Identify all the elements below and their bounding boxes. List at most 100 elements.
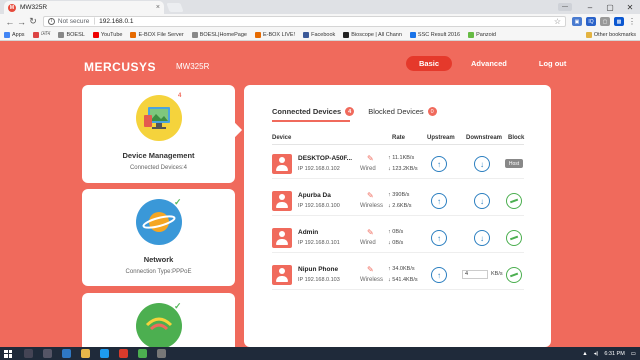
tab-blocked-devices[interactable]: Blocked Devices 0 bbox=[368, 107, 437, 116]
clock[interactable]: 6:31 PM bbox=[604, 351, 624, 357]
windows-start-icon[interactable] bbox=[4, 349, 12, 358]
bookmark-label: Panzoid bbox=[476, 31, 496, 38]
url-text[interactable]: 192.168.0.1 bbox=[99, 18, 554, 25]
bookmark-item[interactable]: E-BOX File Server bbox=[130, 31, 184, 38]
store-icon[interactable] bbox=[100, 349, 109, 358]
block-toggle-icon[interactable] bbox=[506, 267, 522, 283]
bookmark-item[interactable]: BOESL bbox=[58, 31, 85, 38]
bookmark-item[interactable]: SSC Result 2016 bbox=[409, 31, 461, 38]
extension-icon[interactable]: ▩ bbox=[614, 17, 625, 26]
bookmark-label: মোম bbox=[40, 30, 51, 37]
count-badge: 0 bbox=[427, 107, 437, 116]
bookmark-label: YouTube bbox=[100, 31, 123, 38]
download-rate: ↓ 0B/s bbox=[388, 240, 404, 246]
downstream-limit-input[interactable]: 4 bbox=[462, 270, 488, 279]
nav-advanced[interactable]: Advanced bbox=[458, 56, 520, 71]
forward-icon[interactable]: → bbox=[16, 17, 28, 27]
connection-type: Wireless bbox=[360, 203, 384, 209]
bookmark-item[interactable]: E-BOX LIVE! bbox=[254, 31, 296, 38]
close-window-icon[interactable]: ✕ bbox=[620, 3, 640, 12]
close-tab-icon[interactable]: × bbox=[156, 4, 160, 11]
file-explorer-icon[interactable] bbox=[81, 349, 90, 358]
menu-icon[interactable]: ⋮ bbox=[628, 17, 636, 26]
bookmark-favicon-icon bbox=[92, 31, 99, 38]
iq-extension-icon[interactable]: IQ bbox=[586, 17, 597, 26]
bookmark-favicon-icon bbox=[409, 31, 416, 38]
device-management-card[interactable]: 4 Device Management Connected Devices:4 bbox=[82, 85, 243, 183]
downstream-limit-button[interactable]: ↓ bbox=[474, 230, 490, 246]
reload-icon[interactable]: ↻ bbox=[27, 16, 39, 27]
bookmark-favicon-icon bbox=[130, 31, 137, 38]
upload-rate: ↑ 11.1KB/s bbox=[388, 155, 415, 161]
edit-icon[interactable]: ✎ bbox=[367, 154, 374, 163]
bookmark-item[interactable]: Apps bbox=[4, 31, 25, 38]
chrome-icon[interactable] bbox=[138, 349, 147, 358]
device-row: Nipun Phone IP 192.168.0.103 ✎ Wireless ↑ 34… bbox=[272, 260, 524, 290]
bookmark-item[interactable]: BOESL|HomePage bbox=[191, 31, 247, 38]
new-tab-button[interactable] bbox=[166, 3, 184, 12]
other-bookmarks[interactable]: Other bookmarks bbox=[585, 31, 636, 38]
bookmark-item[interactable]: Panzoid bbox=[468, 31, 496, 38]
device-ip: IP 192.168.0.103 bbox=[298, 277, 340, 283]
bookmark-star-icon[interactable]: ☆ bbox=[554, 17, 561, 26]
edit-icon[interactable]: ✎ bbox=[367, 191, 374, 200]
network-tray-icon[interactable]: ▲ bbox=[582, 351, 587, 357]
col-upstream: Upstream bbox=[427, 135, 455, 141]
block-toggle-icon[interactable] bbox=[506, 193, 522, 209]
extension-icon[interactable]: ▢ bbox=[600, 17, 611, 26]
upstream-limit-button[interactable]: ↑ bbox=[431, 156, 447, 172]
tab-connected-devices[interactable]: Connected Devices 4 bbox=[272, 107, 355, 116]
block-toggle-icon[interactable] bbox=[506, 230, 522, 246]
bookmark-item[interactable]: মোম bbox=[32, 30, 51, 39]
row-divider bbox=[272, 252, 524, 253]
edit-icon[interactable]: ✎ bbox=[367, 265, 374, 274]
bookmark-label: Bioscope | All Chann bbox=[351, 31, 402, 38]
minimize-icon[interactable]: – bbox=[580, 3, 600, 12]
download-rate: ↓ 123.2KB/s bbox=[388, 166, 418, 172]
task-view-icon[interactable] bbox=[43, 349, 52, 358]
volume-icon[interactable]: ◂) bbox=[594, 351, 599, 357]
bookmark-label: E-BOX LIVE! bbox=[262, 31, 296, 38]
profile-button[interactable]: — bbox=[558, 3, 572, 11]
mercusys-favicon-icon: M bbox=[8, 3, 16, 12]
downstream-limit-button[interactable]: ↓ bbox=[474, 193, 490, 209]
nav-logout[interactable]: Log out bbox=[526, 56, 580, 71]
edge-icon[interactable] bbox=[62, 349, 71, 358]
bookmark-favicon-icon bbox=[303, 31, 310, 38]
upstream-limit-button[interactable]: ↑ bbox=[431, 267, 447, 283]
search-taskbar-icon[interactable] bbox=[24, 349, 33, 358]
connection-type: Wireless bbox=[360, 277, 384, 283]
notification-icon[interactable]: ▭ bbox=[631, 351, 636, 357]
edit-icon[interactable]: ✎ bbox=[367, 228, 374, 237]
browser-tab[interactable]: M MW325R × bbox=[4, 1, 164, 14]
extension-icon[interactable]: ▣ bbox=[572, 17, 583, 26]
bookmark-label: BOESL|HomePage bbox=[199, 31, 247, 38]
nav-basic[interactable]: Basic bbox=[406, 56, 453, 71]
host-badge: Host bbox=[505, 159, 523, 168]
bookmark-item[interactable]: Bioscope | All Chann bbox=[343, 31, 402, 38]
back-icon[interactable]: ← bbox=[4, 17, 16, 27]
upstream-limit-button[interactable]: ↑ bbox=[431, 193, 447, 209]
connection-type: Wired bbox=[360, 240, 376, 246]
upload-rate: ↑ 0B/s bbox=[388, 229, 404, 235]
downstream-limit-button[interactable]: ↓ bbox=[474, 156, 490, 172]
bookmark-favicon-icon bbox=[468, 31, 475, 38]
row-divider bbox=[272, 178, 524, 179]
device-row: Admin IP 192.168.0.101 ✎ Wired ↑ 0B/s ↓ 0B/s ↑… bbox=[272, 223, 524, 253]
other-bookmarks-label: Other bookmarks bbox=[593, 31, 636, 38]
upstream-limit-button[interactable]: ↑ bbox=[431, 230, 447, 246]
opera-icon[interactable] bbox=[119, 349, 128, 358]
bookmark-item[interactable]: Facebook bbox=[303, 31, 335, 38]
bookmark-item[interactable]: YouTube bbox=[92, 31, 123, 38]
tab-label: Blocked Devices bbox=[368, 107, 424, 116]
bookmark-label: SSC Result 2016 bbox=[417, 31, 461, 38]
address-bar[interactable]: i Not secure | 192.168.0.1 ☆ bbox=[42, 16, 567, 27]
info-icon[interactable]: i bbox=[47, 18, 55, 25]
device-avatar-icon bbox=[272, 154, 292, 174]
extensions: ▣ IQ ▢ ▩ bbox=[572, 17, 625, 26]
maximize-icon[interactable]: ▢ bbox=[600, 3, 620, 12]
wireless-card[interactable]: ✓ bbox=[82, 293, 235, 353]
network-card[interactable]: ✓ Network Connection Type:PPPoE bbox=[82, 189, 235, 286]
connection-type: Wired bbox=[360, 166, 376, 172]
app-icon[interactable] bbox=[157, 349, 166, 358]
